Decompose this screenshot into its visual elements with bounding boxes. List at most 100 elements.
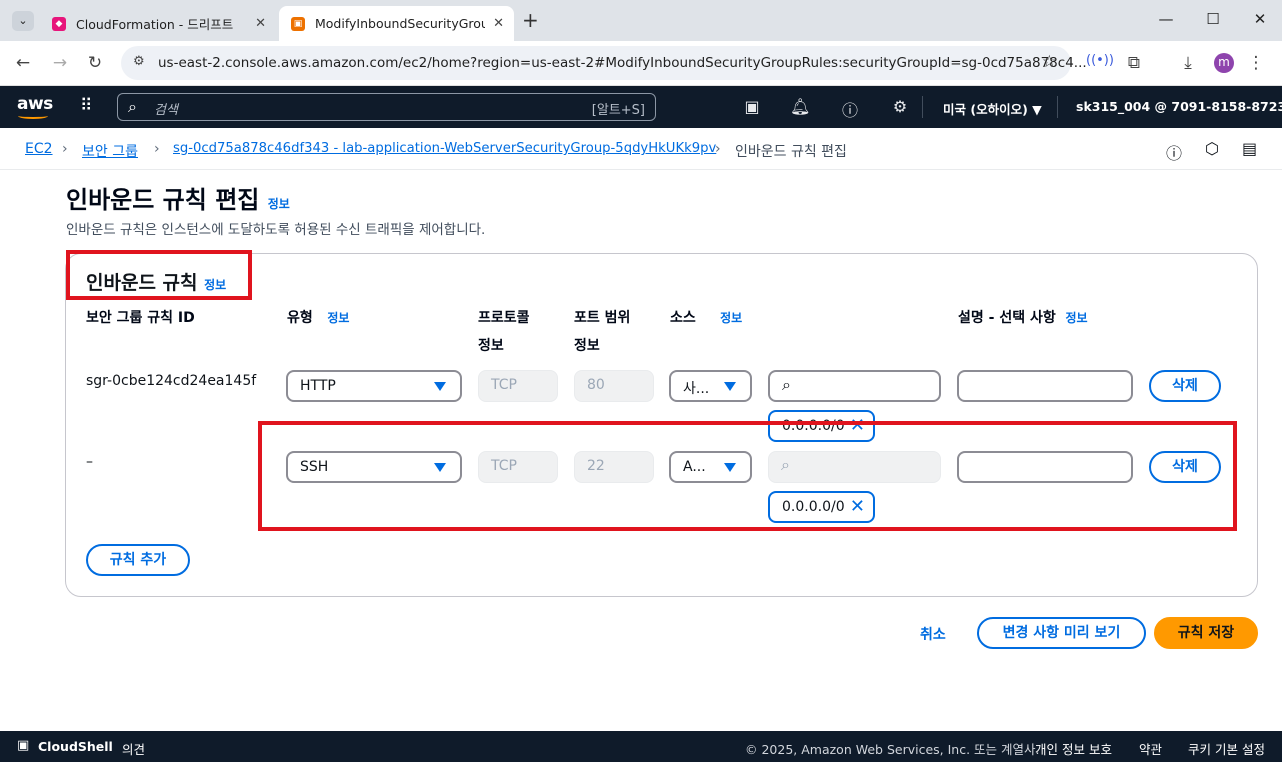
cloudshell-icon[interactable]: ▣ <box>742 97 762 116</box>
delete-rule-button[interactable]: 삭제 <box>1149 370 1221 402</box>
reload-icon[interactable]: ↻ <box>83 53 107 73</box>
aws-logo-text: aws <box>17 94 53 114</box>
search-icon: ⌕ <box>128 97 137 116</box>
download-icon[interactable]: ⤓ <box>1176 53 1200 73</box>
browser-tab-bar: ⌄ ◆ CloudFormation - 드리프트 ✕ ▣ ModifyInbo… <box>0 0 1282 41</box>
breadcrumb: EC2 › 보안 그룹 › sg-0cd75a878c46df343 - lab… <box>0 128 1282 170</box>
region-selector[interactable]: 미국 (오하이오) ▼ <box>943 99 1042 118</box>
aws-logo[interactable]: aws <box>17 94 53 119</box>
page-info-link[interactable]: 정보 <box>268 197 290 211</box>
description-info-link[interactable]: 정보 <box>1065 311 1087 325</box>
port-range-field: 80 <box>574 370 654 402</box>
url-text: us-east-2.console.aws.amazon.com/ec2/hom… <box>158 55 1087 71</box>
extensions-puzzle-icon[interactable]: ⧉ <box>1122 53 1146 73</box>
column-port-range: 포트 범위 <box>574 310 631 326</box>
cidr-search-input[interactable]: ⌕ <box>768 370 941 402</box>
close-tab-icon[interactable]: ✕ <box>255 16 266 31</box>
source-info-link[interactable]: 정보 <box>720 311 742 325</box>
browser-menu-icon[interactable]: ⋮ <box>1244 53 1268 73</box>
column-protocol: 프로토콜 <box>478 310 530 326</box>
rule-id: – <box>86 454 93 470</box>
highlight-panel-title <box>66 250 252 300</box>
maximize-icon[interactable]: ☐ <box>1203 10 1223 28</box>
highlight-ssh-rule <box>258 421 1237 531</box>
address-bar[interactable]: ⚙ us-east-2.console.aws.amazon.com/ec2/h… <box>121 46 1087 80</box>
column-source-label: 소스 <box>670 310 696 326</box>
cloudformation-favicon-icon: ◆ <box>52 16 66 31</box>
chevron-right-icon: › <box>154 141 160 157</box>
back-icon[interactable]: ← <box>11 53 35 73</box>
cancel-button[interactable]: 취소 <box>920 624 946 644</box>
source-select-value: 사... <box>683 381 710 397</box>
save-rules-button[interactable]: 규칙 저장 <box>1154 617 1258 649</box>
breadcrumb-ec2[interactable]: EC2 <box>25 141 53 157</box>
bookmark-star-icon[interactable]: ☆ <box>1042 52 1057 72</box>
account-menu[interactable]: sk315_004 @ 7091-8158-8723 ▼ <box>1076 99 1282 114</box>
type-select[interactable]: HTTP <box>286 370 462 402</box>
rule-id: sgr-0cbe124cd24ea145f <box>86 373 257 389</box>
ec2-favicon-icon: ▣ <box>291 16 305 31</box>
aws-console-header: aws ⠿ ⌕ 검색 [알트+S] ▣ 🔔︎ ⓘ ⚙ 미국 (오하이오) ▼ s… <box>0 86 1282 128</box>
search-placeholder: 검색 <box>154 103 178 118</box>
services-grid-icon[interactable]: ⠿ <box>80 96 92 116</box>
copyright-text: © 2025, Amazon Web Services, Inc. 또는 계열사… <box>745 742 1040 757</box>
notifications-bell-icon[interactable]: 🔔︎ <box>790 97 810 116</box>
page-title: 인바운드 규칙 편집 정보 <box>66 180 290 215</box>
breadcrumb-security-groups[interactable]: 보안 그룹 <box>82 141 138 161</box>
column-description-label: 설명 - 선택 사항 <box>958 310 1056 326</box>
caret-down-icon <box>724 382 736 391</box>
column-type-label: 유형 <box>287 310 313 326</box>
breadcrumb-security-group[interactable]: sg-0cd75a878c46df343 - lab-application-W… <box>173 141 716 156</box>
close-window-icon[interactable]: ✕ <box>1250 10 1270 28</box>
console-footer: ▣ CloudShell 의견 © 2025, Amazon Web Servi… <box>0 731 1282 762</box>
breadcrumb-current: 인바운드 규칙 편집 <box>735 144 847 160</box>
info-circle-icon[interactable]: ⓘ <box>1166 140 1182 164</box>
tab-search-icon[interactable]: ⌄ <box>12 11 34 31</box>
chevron-right-icon: › <box>62 141 68 157</box>
new-tab-button[interactable]: + <box>522 8 539 32</box>
chevron-right-icon: › <box>715 141 721 157</box>
protocol-value: TCP <box>491 377 517 393</box>
type-info-link[interactable]: 정보 <box>327 311 349 325</box>
terms-link[interactable]: 약관 <box>1139 739 1162 758</box>
column-rule-id: 보안 그룹 규칙 ID <box>86 310 195 326</box>
port-value: 80 <box>587 377 605 393</box>
feedback-icon[interactable]: ▤ <box>1242 139 1257 158</box>
forward-icon[interactable]: → <box>48 53 72 73</box>
source-select[interactable]: 사... <box>669 370 752 402</box>
preview-changes-button[interactable]: 변경 사항 미리 보기 <box>977 617 1146 649</box>
protocol-info-link[interactable]: 정보 <box>478 335 504 355</box>
cookie-preferences-link[interactable]: 쿠키 기본 설정 <box>1188 739 1265 758</box>
browser-tab-cloudformation[interactable]: ◆ CloudFormation - 드리프트 ✕ <box>40 6 276 41</box>
protocol-field: TCP <box>478 370 558 402</box>
search-icon: ⌕ <box>782 375 791 394</box>
port-info-link[interactable]: 정보 <box>574 335 600 355</box>
column-source: 소스 정보 <box>670 307 742 327</box>
search-input[interactable]: ⌕ 검색 [알트+S] <box>117 93 656 121</box>
description-input[interactable] <box>957 370 1133 402</box>
profile-avatar[interactable]: m <box>1214 53 1234 73</box>
cloudshell-link[interactable]: CloudShell <box>38 739 113 754</box>
extension-translate-icon[interactable]: ((•)) <box>1086 53 1114 68</box>
page-title-text: 인바운드 규칙 편집 <box>66 186 260 214</box>
close-tab-icon[interactable]: ✕ <box>493 16 504 31</box>
privacy-link[interactable]: 개인 정보 보호 <box>1035 739 1112 758</box>
tab-title: ModifyInboundSecurityGroupR <box>315 16 485 31</box>
column-type: 유형 정보 <box>287 307 349 327</box>
browser-tab-modify-rules[interactable]: ▣ ModifyInboundSecurityGroupR ✕ <box>279 6 514 41</box>
help-icon[interactable]: ⓘ <box>840 97 860 121</box>
add-rule-button[interactable]: 규칙 추가 <box>86 544 190 576</box>
tab-title: CloudFormation - 드리프트 <box>76 17 234 32</box>
settings-gear-icon[interactable]: ⚙ <box>890 97 910 116</box>
caret-down-icon <box>434 382 446 391</box>
search-shortcut: [알트+S] <box>591 103 645 118</box>
column-description: 설명 - 선택 사항 정보 <box>958 307 1088 327</box>
minimize-icon[interactable]: — <box>1156 10 1176 28</box>
site-info-icon[interactable]: ⚙ <box>133 54 145 69</box>
cloudshell-footer-icon[interactable]: ▣ <box>17 738 29 753</box>
feedback-link[interactable]: 의견 <box>122 739 145 758</box>
settings-hex-icon[interactable]: ⬡ <box>1205 139 1219 158</box>
type-select-value: HTTP <box>300 378 336 394</box>
page-subtitle: 인바운드 규칙은 인스턴스에 도달하도록 허용된 수신 트래픽을 제어합니다. <box>66 222 486 238</box>
browser-nav-bar: ← → ↻ ⚙ us-east-2.console.aws.amazon.com… <box>0 41 1282 86</box>
